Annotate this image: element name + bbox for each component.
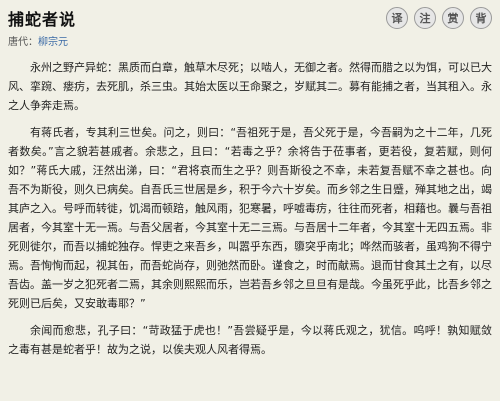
dynasty-label: 唐代： (8, 37, 38, 48)
appreciate-button[interactable]: 赏 (442, 7, 464, 29)
paragraph-1: 永州之野产异蛇：黑质而白章，触草木尽死；以啮人，无御之者。然得而腊之以为饵，可以… (8, 61, 492, 112)
author-line: 唐代：柳宗元 (8, 33, 68, 48)
recite-button[interactable]: 背 (470, 7, 492, 29)
page-title: 捕蛇者说 (8, 10, 77, 29)
poem-header: 捕蛇者说 唐代：柳宗元 译 注 赏 背 (0, 0, 500, 48)
paragraph-3: 余闻而愈悲，孔子曰：“苛政猛于虎也！”吾尝疑乎是，今以蒋氏观之，犹信。呜呼！孰知… (8, 324, 492, 356)
annotate-button[interactable]: 注 (414, 7, 436, 29)
translate-button[interactable]: 译 (386, 7, 408, 29)
article-body: 永州之野产异蛇：黑质而白章，触草木尽死；以啮人，无御之者。然得而腊之以为饵，可以… (8, 58, 492, 367)
paragraph-2: 有蒋氏者，专其利三世矣。问之，则曰：“吾祖死于是，吾父死于是，今吾嗣为之十二年，… (8, 126, 492, 310)
tool-buttons: 译 注 赏 背 (386, 7, 492, 29)
author-link[interactable]: 柳宗元 (38, 37, 68, 48)
